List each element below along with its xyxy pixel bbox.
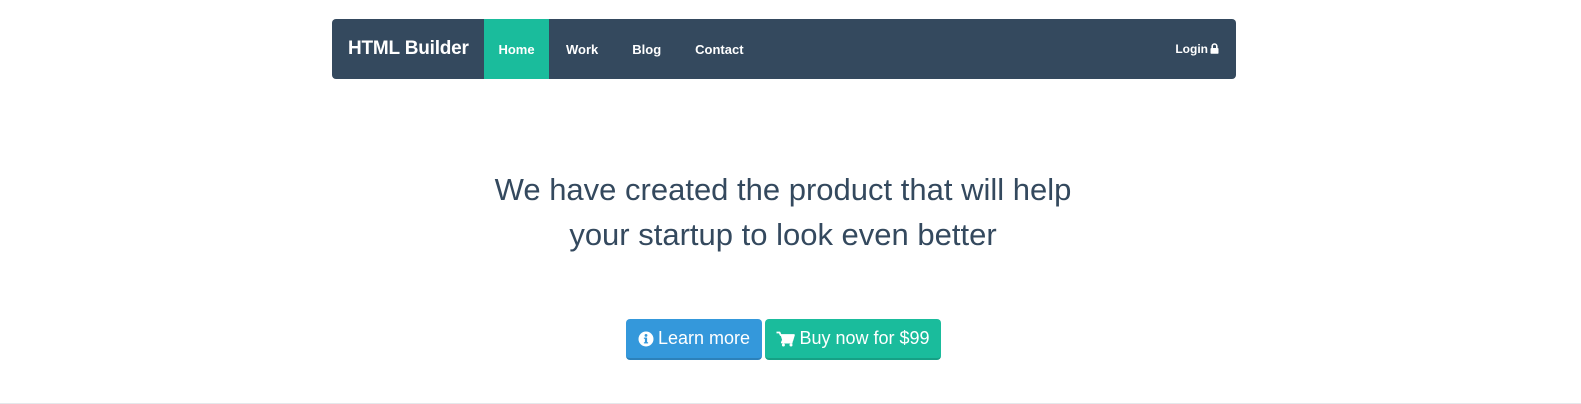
login-label: Login xyxy=(1175,42,1208,56)
learn-more-label: Learn more xyxy=(657,328,751,348)
landing-page: HTML Builder Home Work Blog Contact Logi… xyxy=(0,0,1581,404)
buy-now-button[interactable]: Buy now for $99 xyxy=(765,319,941,360)
nav-item-blog[interactable]: Blog xyxy=(615,19,678,79)
brand-logo[interactable]: HTML Builder xyxy=(332,19,484,79)
buy-now-label: Buy now for $99 xyxy=(799,328,930,348)
hero-headline-line-1: We have created the product that will he… xyxy=(494,172,1072,207)
hero-headline: We have created the product that will he… xyxy=(0,167,1566,257)
top-navbar: HTML Builder Home Work Blog Contact Logi… xyxy=(332,19,1236,79)
nav-item-work[interactable]: Work xyxy=(549,19,615,79)
nav-item-contact[interactable]: Contact xyxy=(678,19,760,79)
login-link[interactable]: Login xyxy=(1175,19,1236,79)
cart-icon xyxy=(776,331,796,347)
learn-more-button[interactable]: Learn more xyxy=(626,319,762,360)
info-circle-icon xyxy=(638,331,654,347)
nav-item-home[interactable]: Home xyxy=(484,19,549,79)
nav-menu: Home Work Blog Contact xyxy=(484,19,761,79)
hero-headline-line-2: your startup to look even better xyxy=(569,217,997,252)
lock-icon xyxy=(1210,42,1219,54)
